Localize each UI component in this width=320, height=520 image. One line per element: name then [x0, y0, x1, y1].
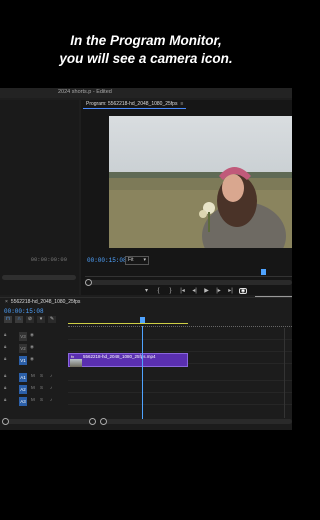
track-label[interactable]: V1	[19, 356, 27, 365]
add-marker-icon[interactable]: ▾	[37, 316, 45, 323]
clip-thumbnail	[70, 359, 82, 367]
title-bar: 2024 shorts.p - Edited	[0, 88, 292, 98]
solo-button[interactable]: S	[40, 397, 43, 402]
program-playhead[interactable]	[261, 269, 266, 275]
timeline-playhead-line[interactable]	[142, 326, 143, 421]
program-zoom-scrollbar[interactable]	[85, 279, 292, 286]
transport-controls: ▾ { } |◂ ◂| ▶ |▸ ▸| ◉	[143, 287, 247, 295]
wrench-icon[interactable]: ✎	[48, 316, 56, 323]
work-area-bar[interactable]	[68, 323, 188, 324]
program-tab-label: Program: 5562218-hd_2048_1080_25fps	[86, 101, 178, 107]
timeline-zoom-scrollbar[interactable]	[100, 418, 292, 425]
mute-button[interactable]: M	[31, 397, 35, 402]
lock-icon[interactable]: 🔒︎	[4, 373, 6, 378]
zoom-fit-select[interactable]: Fit ▾	[125, 256, 149, 265]
program-monitor: Program: 5562218-hd_2048_1080_25fps ≡ 00…	[81, 100, 292, 304]
snap-icon[interactable]: ∩	[15, 316, 23, 323]
track-a2: 🔒︎ A2 M S ♪	[0, 382, 292, 394]
program-monitor-tab[interactable]: Program: 5562218-hd_2048_1080_25fps ≡	[83, 100, 187, 109]
step-forward-icon[interactable]: |▸	[215, 287, 222, 295]
timeline-tab[interactable]: × 5562218-hd_2048_1080_25fps	[2, 298, 83, 306]
track-label[interactable]: A3	[19, 397, 27, 406]
track-lane[interactable]	[68, 329, 292, 340]
caption-line-1: In the Program Monitor,	[70, 33, 222, 48]
marker-icon[interactable]: ▾	[143, 287, 150, 295]
video-still	[109, 116, 292, 248]
track-v2: 🔒︎ V2 ◉	[0, 341, 292, 353]
track-a1: 🔒︎ A1 M S ♪	[0, 370, 292, 382]
track-lane[interactable]	[68, 382, 292, 393]
lock-icon[interactable]: 🔒︎	[4, 344, 6, 349]
program-timecode[interactable]: 00:00:15:08	[87, 257, 127, 264]
timeline-panel: × 5562218-hd_2048_1080_25fps 00:00:15:08 …	[0, 297, 292, 430]
video-clip[interactable]: fx 5562218-hd_2048_1080_25fps.mp4	[68, 353, 188, 367]
timeline-toolbar: ⊓ ∩ ⊘ ▾ ✎	[4, 316, 56, 323]
mic-icon[interactable]: ♪	[50, 397, 52, 402]
lock-icon[interactable]: 🔒︎	[4, 356, 6, 361]
caption-line-2: you will see a camera icon.	[59, 51, 233, 66]
timeline-ruler[interactable]	[68, 317, 292, 327]
camera-icon[interactable]: ◉	[239, 288, 247, 294]
track-lane[interactable]	[68, 341, 292, 352]
timeline-playhead-head[interactable]	[140, 317, 145, 323]
window-title: 2024 shorts.p - Edited	[58, 89, 112, 95]
scrollbar-handle[interactable]	[89, 418, 96, 425]
solo-button[interactable]: S	[40, 373, 43, 378]
source-scrollbar[interactable]	[2, 275, 76, 280]
audio-meter	[284, 328, 290, 418]
mic-icon[interactable]: ♪	[50, 373, 52, 378]
scrollbar-handle[interactable]	[85, 279, 92, 286]
track-lane[interactable]	[68, 394, 292, 405]
eye-icon[interactable]: ◉	[30, 344, 34, 350]
fit-label: Fit	[128, 257, 134, 263]
mute-button[interactable]: M	[31, 373, 35, 378]
lock-icon[interactable]: 🔒︎	[4, 332, 6, 337]
timeline-timecode[interactable]: 00:00:15:08	[4, 308, 44, 315]
eye-icon[interactable]: ◉	[30, 332, 34, 338]
step-back-icon[interactable]: ◂|	[191, 287, 198, 295]
lock-icon[interactable]: 🔒︎	[4, 385, 6, 390]
linked-selection-icon[interactable]: ⊘	[26, 316, 34, 323]
caption: In the Program Monitor, you will see a c…	[0, 32, 292, 68]
out-icon[interactable]: }	[167, 287, 174, 295]
go-to-out-icon[interactable]: ▸|	[227, 287, 234, 295]
timeline-tab-label: 5562218-hd_2048_1080_25fps	[10, 299, 81, 305]
panel-menu-icon[interactable]: ≡	[180, 101, 183, 107]
mute-button[interactable]: M	[31, 385, 35, 390]
scrollbar-handle[interactable]	[100, 418, 107, 425]
track-a3: 🔒︎ A3 M S ♪	[0, 394, 292, 406]
close-icon[interactable]: ×	[5, 299, 8, 305]
lock-icon[interactable]: 🔒︎	[4, 397, 6, 402]
track-label[interactable]: V2	[19, 344, 27, 353]
premiere-window: 2024 shorts.p - Edited 00:00:00:00 Progr…	[0, 88, 292, 430]
mic-icon[interactable]: ♪	[50, 385, 52, 390]
scrollbar-handle[interactable]	[2, 418, 9, 425]
chevron-down-icon: ▾	[143, 257, 146, 263]
play-icon[interactable]: ▶	[203, 287, 210, 295]
source-panel: 00:00:00:00	[0, 100, 79, 295]
in-icon[interactable]: {	[155, 287, 162, 295]
track-label[interactable]: V3	[19, 332, 27, 341]
track-label[interactable]: A1	[19, 373, 27, 382]
nest-icon[interactable]: ⊓	[4, 316, 12, 323]
solo-button[interactable]: S	[40, 385, 43, 390]
eye-icon[interactable]: ◉	[30, 356, 34, 362]
go-to-in-icon[interactable]: |◂	[179, 287, 186, 295]
program-time-ruler[interactable]	[85, 269, 292, 277]
clip-label: 5562218-hd_2048_1080_25fps.mp4	[83, 354, 156, 359]
track-v3: 🔒︎ V3 ◉	[0, 329, 292, 341]
track-lane[interactable]	[68, 370, 292, 381]
track-header-scrollbar[interactable]	[2, 418, 96, 425]
source-timecode: 00:00:00:00	[30, 256, 67, 263]
program-video-frame	[109, 116, 292, 248]
track-label[interactable]: A2	[19, 385, 27, 394]
